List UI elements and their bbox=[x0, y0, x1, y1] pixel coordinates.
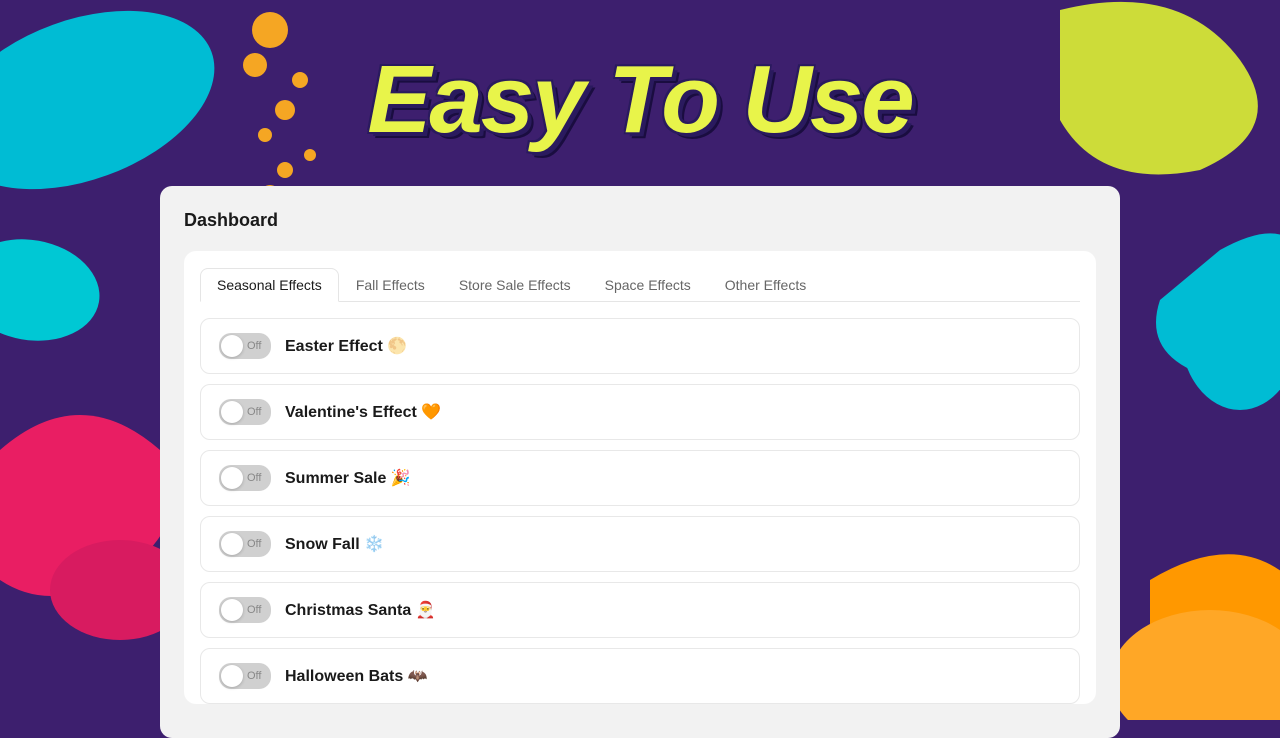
effect-row-christmas: Off Christmas Santa 🎅 bbox=[200, 582, 1080, 638]
tab-fall-effects[interactable]: Fall Effects bbox=[339, 268, 442, 302]
toggle-summer[interactable]: Off bbox=[219, 465, 271, 491]
tab-other-effects[interactable]: Other Effects bbox=[708, 268, 823, 302]
toggle-valentine[interactable]: Off bbox=[219, 399, 271, 425]
main-title: Easy To Use bbox=[367, 45, 912, 155]
effect-row-snowfall: Off Snow Fall ❄️ bbox=[200, 516, 1080, 572]
toggle-knob-snowfall bbox=[221, 533, 243, 555]
toggle-label-easter: Off bbox=[247, 340, 261, 352]
toggle-knob-easter bbox=[221, 335, 243, 357]
effect-name-summer: Summer Sale 🎉 bbox=[285, 468, 411, 488]
tabs-row: Seasonal Effects Fall Effects Store Sale… bbox=[200, 267, 1080, 302]
toggle-halloween[interactable]: Off bbox=[219, 663, 271, 689]
toggle-label-summer: Off bbox=[247, 472, 261, 484]
effect-row-valentine: Off Valentine's Effect 🧡 bbox=[200, 384, 1080, 440]
toggle-label-christmas: Off bbox=[247, 604, 261, 616]
effect-row-summer: Off Summer Sale 🎉 bbox=[200, 450, 1080, 506]
dashboard-panel: Dashboard Seasonal Effects Fall Effects … bbox=[160, 186, 1120, 738]
tab-space-effects[interactable]: Space Effects bbox=[588, 268, 708, 302]
effect-name-easter: Easter Effect 🌕 bbox=[285, 336, 407, 356]
effect-name-valentine: Valentine's Effect 🧡 bbox=[285, 402, 441, 422]
toggle-label-valentine: Off bbox=[247, 406, 261, 418]
effect-name-christmas: Christmas Santa 🎅 bbox=[285, 600, 436, 620]
effect-row-halloween: Off Halloween Bats 🦇 bbox=[200, 648, 1080, 704]
effect-name-halloween: Halloween Bats 🦇 bbox=[285, 666, 428, 686]
toggle-label-halloween: Off bbox=[247, 670, 261, 682]
effect-row-easter: Off Easter Effect 🌕 bbox=[200, 318, 1080, 374]
toggle-knob-halloween bbox=[221, 665, 243, 687]
toggle-christmas[interactable]: Off bbox=[219, 597, 271, 623]
toggle-snowfall[interactable]: Off bbox=[219, 531, 271, 557]
dashboard-title: Dashboard bbox=[184, 210, 1096, 231]
toggle-easter[interactable]: Off bbox=[219, 333, 271, 359]
effect-name-snowfall: Snow Fall ❄️ bbox=[285, 534, 384, 554]
toggle-knob-summer bbox=[221, 467, 243, 489]
toggle-knob-valentine bbox=[221, 401, 243, 423]
tab-seasonal-effects[interactable]: Seasonal Effects bbox=[200, 268, 339, 302]
tab-store-sale-effects[interactable]: Store Sale Effects bbox=[442, 268, 588, 302]
header-area: Easy To Use bbox=[0, 0, 1280, 200]
tabs-container: Seasonal Effects Fall Effects Store Sale… bbox=[184, 251, 1096, 704]
toggle-label-snowfall: Off bbox=[247, 538, 261, 550]
toggle-knob-christmas bbox=[221, 599, 243, 621]
